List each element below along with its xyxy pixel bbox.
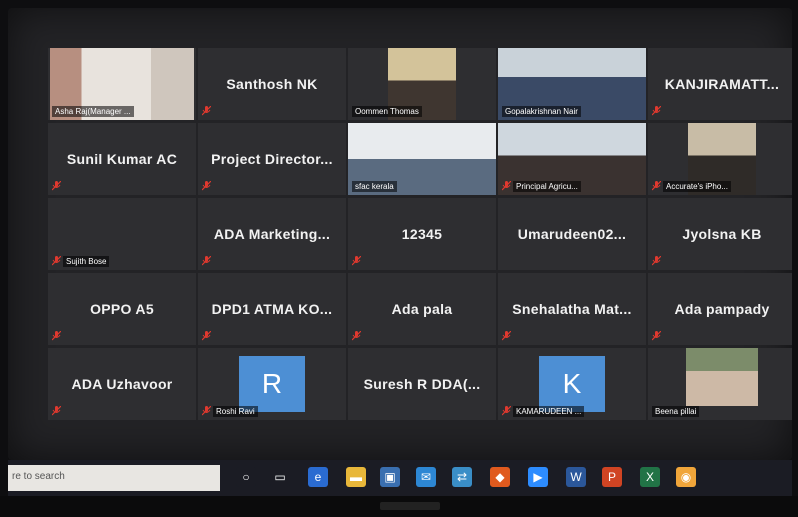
muted-mic-icon xyxy=(202,106,211,116)
file-explorer-icon[interactable]: ▬ xyxy=(346,467,366,487)
participant-name: Ada pampady xyxy=(674,301,770,317)
task-view-icon[interactable]: ▭ xyxy=(270,467,290,487)
muted-mic-icon xyxy=(202,181,211,191)
participant-tile[interactable]: Umarudeen02... xyxy=(498,198,646,270)
excel-icon[interactable]: X xyxy=(640,467,660,487)
avatar: R xyxy=(239,356,305,412)
participant-name: Project Director... xyxy=(211,151,333,167)
participant-name: Jyolsna KB xyxy=(682,226,762,242)
participant-tile[interactable]: OPPO A5 xyxy=(48,273,196,345)
participant-tile[interactable]: KANJIRAMATT... xyxy=(648,48,792,120)
chrome-icon[interactable]: ◉ xyxy=(676,467,696,487)
participant-name: ADA Marketing... xyxy=(213,226,331,242)
participant-label: Gopalakrishnan Nair xyxy=(502,106,581,117)
muted-mic-icon xyxy=(502,181,511,191)
participant-tile[interactable]: Principal Agricu... xyxy=(498,123,646,195)
participant-tile[interactable]: Snehalatha Mat... xyxy=(498,273,646,345)
muted-mic-icon xyxy=(652,106,661,116)
participant-tile[interactable]: Jyolsna KB xyxy=(648,198,792,270)
participant-label: KAMARUDEEN ... xyxy=(513,406,585,417)
participant-tile[interactable]: DPD1 ATMA KO... xyxy=(198,273,346,345)
muted-mic-icon xyxy=(202,256,211,266)
office-icon[interactable]: ◆ xyxy=(490,467,510,487)
taskbar-search-box[interactable]: re to search xyxy=(8,465,220,491)
participant-tile[interactable]: Suresh R DDA(... xyxy=(348,348,496,420)
participant-tile[interactable]: ADA Uzhavoor xyxy=(48,348,196,420)
muted-mic-icon xyxy=(502,406,511,416)
participant-tile[interactable]: 12345 xyxy=(348,198,496,270)
muted-mic-icon xyxy=(52,181,61,191)
monitor-bezel xyxy=(0,496,798,517)
participant-grid: Asha Raj(Manager ... Santhosh NK Oommen Th… xyxy=(48,48,792,424)
edge-icon[interactable]: e xyxy=(308,467,328,487)
participant-label: sfac kerala xyxy=(352,181,397,192)
participant-tile[interactable]: Project Director... xyxy=(198,123,346,195)
monitor-logo xyxy=(380,502,440,510)
participant-tile[interactable]: Ada pampady xyxy=(648,273,792,345)
muted-mic-icon xyxy=(352,256,361,266)
participant-tile[interactable]: R Roshi Ravi xyxy=(198,348,346,420)
muted-mic-icon xyxy=(652,256,661,266)
participant-label: Roshi Ravi xyxy=(213,406,258,417)
participant-name: DPD1 ATMA KO... xyxy=(211,301,333,317)
store-icon[interactable]: ▣ xyxy=(380,467,400,487)
participant-name: KANJIRAMATT... xyxy=(664,76,780,92)
muted-mic-icon xyxy=(652,331,661,341)
participant-tile[interactable]: Accurate's iPho... xyxy=(648,123,792,195)
word-icon[interactable]: W xyxy=(566,467,586,487)
participant-tile[interactable]: Sujith Bose xyxy=(48,198,196,270)
participant-label: Accurate's iPho... xyxy=(663,181,731,192)
participant-tile[interactable]: Santhosh NK xyxy=(198,48,346,120)
participant-label: Oommen Thomas xyxy=(352,106,422,117)
participant-name: ADA Uzhavoor xyxy=(71,376,173,392)
participant-name: Snehalatha Mat... xyxy=(512,301,632,317)
participant-tile[interactable]: Beena pillai xyxy=(648,348,792,420)
participant-label: Beena pillai xyxy=(652,406,700,417)
search-placeholder: re to search xyxy=(12,471,65,482)
participant-tile[interactable]: ADA Marketing... xyxy=(198,198,346,270)
muted-mic-icon xyxy=(352,331,361,341)
participant-label: Sujith Bose xyxy=(63,256,110,267)
participant-name: Suresh R DDA(... xyxy=(363,376,481,392)
participant-tile[interactable]: Oommen Thomas xyxy=(348,48,496,120)
participant-name: OPPO A5 xyxy=(90,301,154,317)
network-app-icon[interactable]: ⇄ xyxy=(452,467,472,487)
participant-name: Umarudeen02... xyxy=(517,226,627,242)
participant-tile[interactable]: Ada pala xyxy=(348,273,496,345)
participant-name: Santhosh NK xyxy=(226,76,318,92)
powerpoint-icon[interactable]: P xyxy=(602,467,622,487)
muted-mic-icon xyxy=(502,331,511,341)
participant-name: 12345 xyxy=(401,226,443,242)
participant-label: Principal Agricu... xyxy=(513,181,581,192)
participant-video xyxy=(686,348,758,406)
participant-tile[interactable]: Sunil Kumar AC xyxy=(48,123,196,195)
muted-mic-icon xyxy=(202,406,211,416)
participant-name: Sunil Kumar AC xyxy=(66,151,178,167)
avatar: K xyxy=(539,356,605,412)
mail-icon[interactable]: ✉ xyxy=(416,467,436,487)
zoom-icon[interactable]: ▶ xyxy=(528,467,548,487)
participant-tile[interactable]: Asha Raj(Manager ... xyxy=(48,48,196,120)
participant-tile[interactable]: Gopalakrishnan Nair xyxy=(498,48,646,120)
participant-label: Asha Raj(Manager ... xyxy=(52,106,134,117)
muted-mic-icon xyxy=(52,406,61,416)
muted-mic-icon xyxy=(652,181,661,191)
participant-tile[interactable]: K KAMARUDEEN ... xyxy=(498,348,646,420)
participant-tile[interactable]: sfac kerala xyxy=(348,123,496,195)
muted-mic-icon xyxy=(52,331,61,341)
windows-taskbar: re to search ○ ▭ e ▬ ▣ ✉ ⇄ ◆ ▶ W P X ◉ xyxy=(8,460,792,496)
cortana-icon[interactable]: ○ xyxy=(236,467,256,487)
muted-mic-icon xyxy=(202,331,211,341)
muted-mic-icon xyxy=(52,256,61,266)
zoom-window: Asha Raj(Manager ... Santhosh NK Oommen Th… xyxy=(8,8,792,460)
participant-name: Ada pala xyxy=(391,301,453,317)
